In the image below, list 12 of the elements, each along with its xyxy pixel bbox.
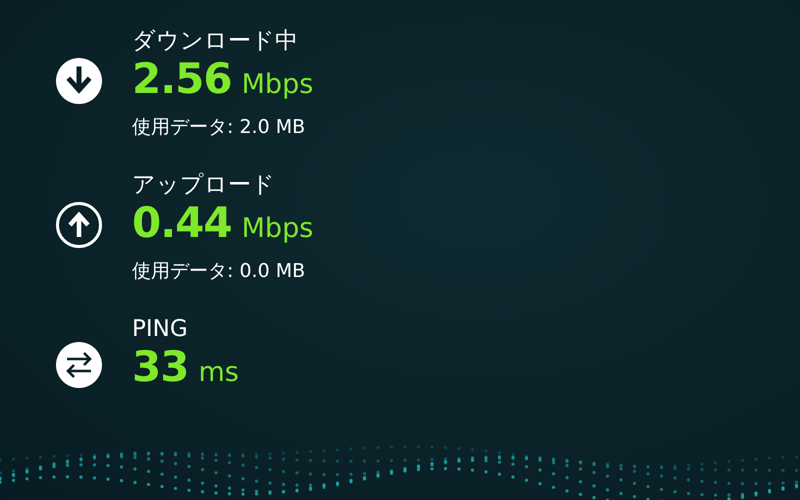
metric-unit: Mbps (242, 212, 314, 246)
data-used-text: 使用データ: 0.0 MB (132, 259, 306, 284)
metric-value: 33 (132, 344, 188, 390)
metric-label: ダウンロード中 (132, 27, 299, 56)
metric-value: 0.44 (132, 200, 232, 246)
metric-unit: Mbps (242, 68, 314, 102)
data-used-text: 使用データ: 2.0 MB (132, 115, 306, 140)
metric-value: 2.56 (132, 56, 232, 102)
metric-label: アップロード (132, 171, 276, 200)
metric-unit: ms (198, 356, 239, 390)
exchange-arrows-icon (56, 342, 102, 388)
metric-label: PING (132, 315, 189, 344)
